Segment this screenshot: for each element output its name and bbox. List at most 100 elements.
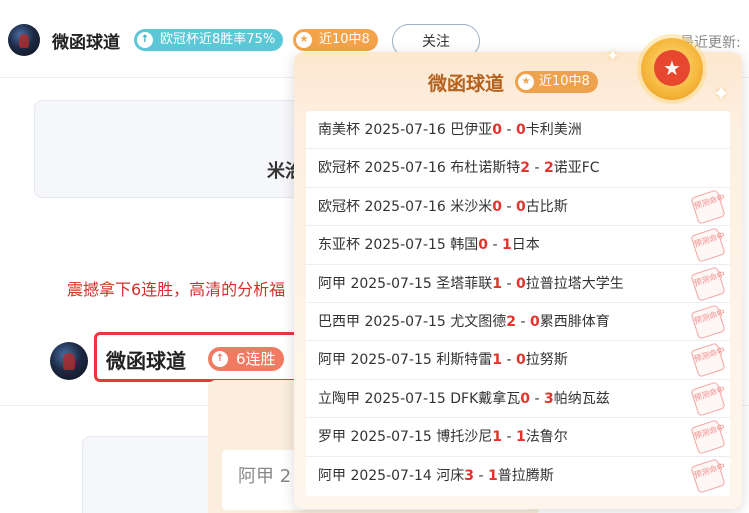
sparkle-icon: ✦ <box>606 46 620 65</box>
away-score: 3 <box>544 390 554 407</box>
win-rate-badge: ↑ 欧冠杯近8胜率75% <box>134 29 284 51</box>
away-score: 1 <box>501 237 512 254</box>
match-row[interactable]: 罗甲 2025-07-15 博托沙尼1 - 1法鲁尔 预测命中 <box>306 418 730 457</box>
away-team: 帕纳瓦兹 <box>553 390 610 407</box>
away-team: 累西腓体育 <box>539 313 610 330</box>
away-score: 0 <box>515 275 526 292</box>
match-row[interactable]: 立陶甲 2025-07-15 DFK戴拿瓦0 - 3帕纳瓦兹 预测命中 <box>306 380 730 419</box>
popup-streak-tag: ★ 近10中8 <box>515 71 598 93</box>
score-separator: - <box>502 275 516 292</box>
score-separator: - <box>502 352 516 369</box>
prediction-hit-stamp-icon: 预测命中 <box>690 227 726 263</box>
star-icon: ★ <box>296 32 312 48</box>
away-score: 0 <box>515 198 526 215</box>
prediction-hit-stamp-icon: 预测命中 <box>690 381 726 417</box>
sparkle-icon: ✦ <box>712 82 731 107</box>
match-date: 2025-07-15 <box>350 352 432 369</box>
match-row[interactable]: 阿甲 2025-07-15 利斯特雷1 - 0拉努斯 预测命中 <box>306 341 730 380</box>
match-league: 阿甲 <box>318 352 346 369</box>
match-league: 欧冠杯 <box>318 160 360 177</box>
home-team: 韩国 <box>450 237 479 254</box>
score-separator: - <box>502 122 516 138</box>
home-team: 巴伊亚 <box>450 122 493 138</box>
author-name: 微函球道 <box>106 349 186 373</box>
home-team: DFK戴拿瓦 <box>450 390 521 407</box>
home-team: 尤文图德 <box>450 313 507 330</box>
match-row[interactable]: 南美杯 2025-07-16 巴伊亚0 - 0卡利美洲 <box>306 111 730 150</box>
match-league: 阿甲 <box>318 275 346 292</box>
away-score: 2 <box>543 160 554 177</box>
away-team: 卡利美洲 <box>525 122 582 138</box>
match-league: 东亚杯 <box>318 237 360 254</box>
record-popup: ✦ ✦ ★ 微函球道 ★ 近10中8 南美杯 2025-07-16 巴伊亚0 -… <box>294 38 742 509</box>
match-row[interactable]: 阿甲 2025-07-15 圣塔菲联1 - 0拉普拉塔大学生 预测命中 <box>306 265 730 303</box>
away-score: 1 <box>487 467 498 484</box>
home-score: 2 <box>520 160 531 177</box>
match-league: 欧冠杯 <box>318 198 360 215</box>
away-score: 1 <box>515 429 526 446</box>
match-date: 2025-07-16 <box>364 122 446 138</box>
match-row[interactable]: 巴西甲 2025-07-15 尤文图德2 - 0累西腓体育 预测命中 <box>306 303 730 342</box>
home-score: 0 <box>520 390 531 407</box>
score-separator: - <box>488 237 502 254</box>
win-rate-text: 欧冠杯近8胜率75% <box>160 32 276 47</box>
medal-icon: ★ <box>641 38 703 100</box>
avatar[interactable] <box>8 24 40 56</box>
match-date: 2025-07-15 <box>364 237 446 254</box>
prediction-hit-stamp-icon: 预测命中 <box>690 304 726 340</box>
home-score: 1 <box>492 429 503 446</box>
match-league: 立陶甲 <box>318 390 360 407</box>
win-streak-text: 6连胜 <box>236 350 276 368</box>
home-score: 1 <box>492 352 503 369</box>
home-score: 0 <box>492 122 503 138</box>
win-streak-tag: ↑ 6连胜 <box>208 347 284 371</box>
promo-text[interactable]: 震撼拿下6连胜，高清的分析福 <box>67 276 285 300</box>
match-row[interactable]: 阿甲 2025-07-14 河床3 - 1普拉腾斯 预测命中 <box>306 457 730 495</box>
match-date: 2025-07-15 <box>350 429 432 446</box>
match-list: 南美杯 2025-07-16 巴伊亚0 - 0卡利美洲 欧冠杯 2025-07-1… <box>306 111 730 496</box>
score-separator: - <box>516 313 530 330</box>
author-name[interactable]: 微函球道 <box>52 28 120 53</box>
home-team: 博托沙尼 <box>436 429 493 446</box>
home-team: 利斯特雷 <box>436 352 493 369</box>
avatar[interactable] <box>50 342 88 380</box>
match-row[interactable]: 东亚杯 2025-07-15 韩国0 - 1日本 预测命中 <box>306 226 730 265</box>
away-team: 古比斯 <box>525 198 568 215</box>
match-date: 2025-07-15 <box>364 313 446 330</box>
match-row[interactable]: 欧冠杯 2025-07-16 布杜诺斯特2 - 2诺亚FC <box>306 149 730 188</box>
match-date: 2025-07-16 <box>364 160 446 177</box>
home-team: 米沙米 <box>450 198 493 215</box>
away-team: 诺亚FC <box>553 160 600 177</box>
match-date: 2025-07-14 <box>350 467 432 484</box>
home-score: 1 <box>492 275 503 292</box>
away-team: 拉普拉塔大学生 <box>525 275 624 292</box>
home-score: 0 <box>478 237 489 254</box>
prediction-hit-stamp-icon: 预测命中 <box>690 189 726 225</box>
away-team: 法鲁尔 <box>525 429 568 446</box>
popup-streak-text: 近10中8 <box>539 74 590 89</box>
highlighted-author[interactable]: 微函球道 ↑ 6连胜 <box>94 332 306 382</box>
home-score: 0 <box>492 198 503 215</box>
home-team: 布杜诺斯特 <box>450 160 521 177</box>
streak-badge[interactable]: ★ 近10中8 <box>293 29 378 51</box>
match-date: 2025-07-16 <box>364 198 446 215</box>
score-separator: - <box>502 429 516 446</box>
away-team: 日本 <box>511 237 540 254</box>
match-date: 2025-07-15 <box>364 390 446 407</box>
streak-text: 近10中8 <box>319 32 370 47</box>
score-separator: - <box>474 467 488 484</box>
match-league: 南美杯 <box>318 122 360 138</box>
score-separator: - <box>530 160 544 177</box>
match-date: 2025-07-15 <box>350 275 432 292</box>
article-card[interactable]: 米治 <box>34 100 324 198</box>
arrow-up-icon: ↑ <box>137 32 153 48</box>
prediction-hit-stamp-icon: 预测命中 <box>690 265 726 302</box>
away-team: 拉努斯 <box>525 352 568 369</box>
prediction-hit-stamp-icon: 预测命中 <box>690 419 726 455</box>
star-icon: ★ <box>518 74 534 90</box>
home-team: 河床 <box>436 467 465 484</box>
match-league: 巴西甲 <box>318 313 360 330</box>
prediction-hit-stamp-icon: 预测命中 <box>690 342 726 378</box>
match-row[interactable]: 欧冠杯 2025-07-16 米沙米0 - 0古比斯 预测命中 <box>306 188 730 227</box>
away-score: 0 <box>515 122 526 138</box>
